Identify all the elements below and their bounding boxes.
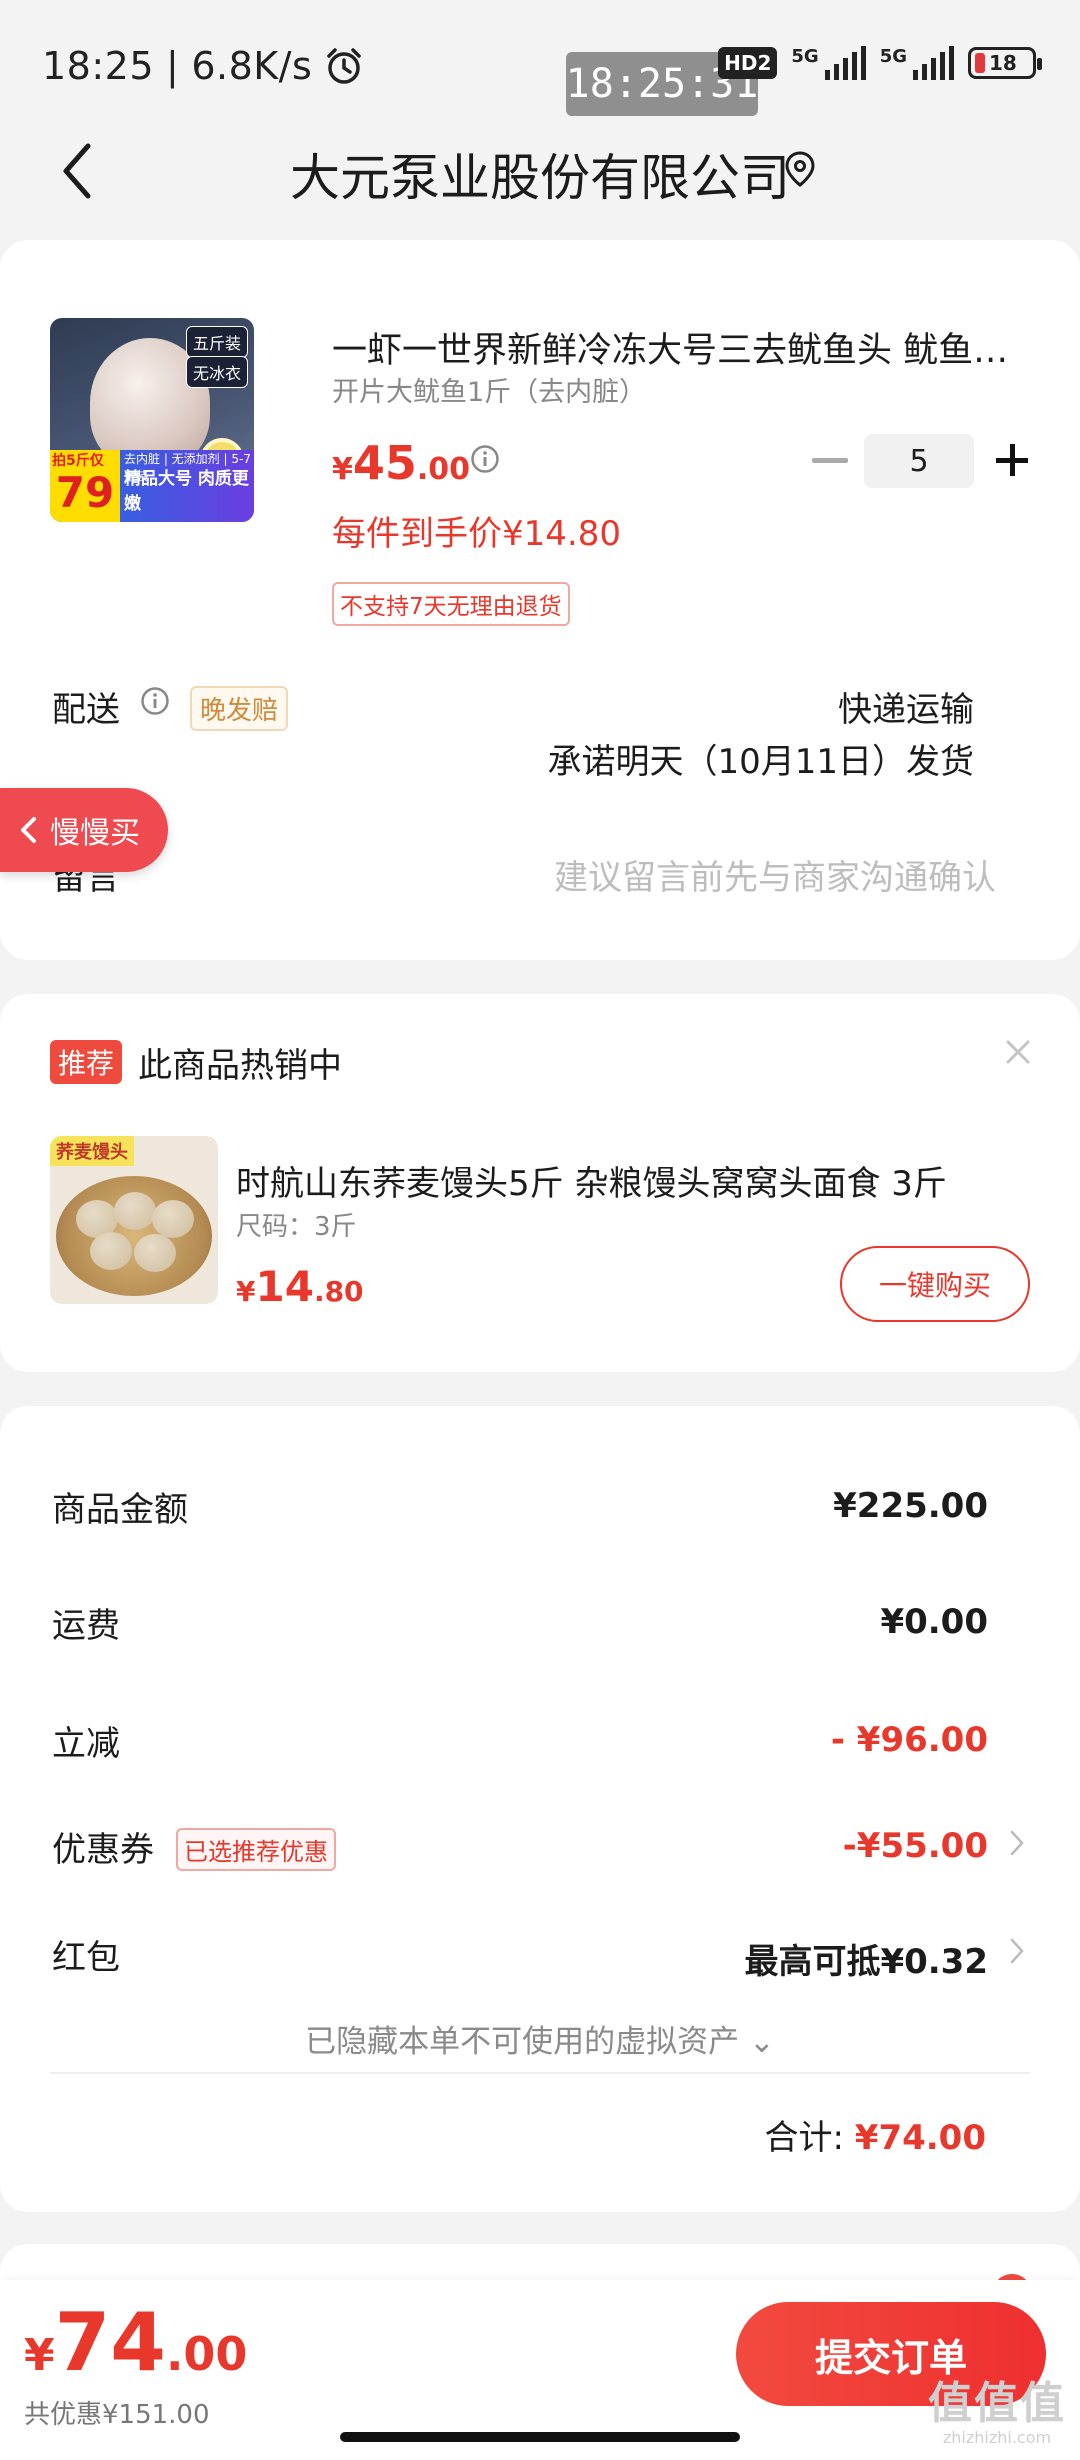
bun-picture: [134, 1234, 176, 1272]
total-row: 合计: ¥74.00: [765, 2110, 986, 2159]
status-speed: 6.8K/s: [191, 44, 313, 88]
price-dec: .00: [416, 452, 471, 487]
slow-buy-floating-button[interactable]: 慢慢买: [0, 788, 168, 872]
network-label-2: 5G: [879, 46, 907, 67]
recommend-image-label: 荞麦馒头: [50, 1136, 134, 1166]
hd-badge: HD2: [718, 47, 778, 79]
pay-dec: .00: [165, 2327, 248, 2381]
status-right: HD2 5G 5G 18: [718, 46, 1042, 80]
recommendation-card: 推荐 此商品热销中 荞麦馒头 时航山东荞麦馒头5斤 杂粮馒头窝窝头面食 3斤 尺…: [0, 994, 1080, 1372]
home-indicator[interactable]: [340, 2432, 740, 2442]
delivery-label: 配送: [52, 690, 120, 730]
pay-amount: ¥74.00: [24, 2296, 247, 2389]
status-separator: |: [166, 44, 180, 88]
watermark-line2: zhizhizhi.com: [942, 2428, 1052, 2447]
recommend-tag: 推荐: [50, 1040, 123, 1084]
header: 大元泵业股份有限公司: [0, 120, 1080, 220]
unit-hand-price: 每件到手价¥14.80: [332, 514, 621, 554]
quantity-increase-button[interactable]: [994, 436, 1034, 486]
total-discount[interactable]: 共优惠¥151.00: [24, 2394, 210, 2431]
total-label: 合计:: [764, 2118, 844, 2158]
slow-buy-label: 慢慢买: [50, 816, 140, 851]
location-pin-icon[interactable]: [784, 150, 816, 188]
page-title: 大元泵业股份有限公司: [290, 149, 790, 207]
product-card: 五斤装 无冰衣 79 拍5斤仅 去内脏 | 无添加剂 | 5-7条装 精品大号 …: [0, 240, 1080, 960]
summary-value: 最高可抵¥0.32: [744, 1942, 988, 1982]
pay-int: 74: [54, 2296, 166, 2389]
summary-row-redpacket[interactable]: 红包 最高可抵¥0.32: [52, 1930, 1080, 1990]
watermark-logo: 值值值 zhizhizhi.com: [922, 2382, 1072, 2458]
summary-row-discount: 立减 - ¥96.00: [52, 1716, 1080, 1776]
price-int: 45: [352, 436, 417, 490]
order-summary-card: 商品金额 ¥225.00 运费 ¥0.00 立减 - ¥96.00 优惠券 已选…: [0, 1406, 1080, 2212]
image-tag-1: 五斤装: [185, 326, 248, 358]
network-label-1: 5G: [791, 46, 819, 67]
summary-value: - ¥96.00: [830, 1720, 988, 1760]
summary-row-shipping: 运费 ¥0.00: [52, 1598, 1080, 1658]
status-bar: 18:25 | 6.8K/s 18:25:31 HD2 5G 5G 18: [0, 0, 1080, 120]
image-promo-line2: 精品大号 肉质更嫩: [124, 469, 249, 514]
product-price: ¥45.00: [332, 436, 470, 490]
status-left: 18:25 | 6.8K/s: [42, 44, 364, 88]
chevron-right-icon: [1010, 1938, 1024, 1964]
summary-label: 优惠券: [52, 1830, 154, 1870]
watermark-line1: 值值值: [928, 2378, 1066, 2429]
signal-icon-2: [913, 46, 954, 80]
summary-value: -¥55.00: [842, 1826, 988, 1866]
image-promo-small: 拍5斤仅: [52, 453, 104, 469]
product-title[interactable]: 一虾一世界新鲜冷冻大号三去鱿鱼头 鱿鱼…: [332, 322, 1032, 373]
rec-price-dec: .80: [313, 1275, 364, 1308]
bun-picture: [90, 1232, 132, 1270]
bun-picture: [114, 1192, 156, 1230]
price-info-icon[interactable]: [470, 444, 500, 474]
summary-value: ¥0.00: [880, 1602, 988, 1642]
coupon-tag: 已选推荐优惠: [176, 1828, 336, 1871]
product-image[interactable]: 五斤装 无冰衣 79 拍5斤仅 去内脏 | 无添加剂 | 5-7条装 精品大号 …: [50, 318, 254, 522]
no-return-tag: 不支持7天无理由退货: [332, 582, 570, 626]
summary-value: ¥225.00: [833, 1486, 988, 1526]
rec-price-int: 14: [255, 1262, 314, 1311]
battery-icon: 18: [968, 47, 1042, 79]
delivery-info-icon[interactable]: [140, 686, 170, 716]
summary-label: 运费: [52, 1606, 120, 1646]
recommend-product-image[interactable]: 荞麦馒头: [50, 1136, 218, 1304]
total-value: ¥74.00: [854, 2118, 986, 2158]
recommend-heading: 此商品热销中: [138, 1046, 342, 1086]
one-click-buy-button[interactable]: 一键购买: [840, 1246, 1030, 1322]
message-input[interactable]: 建议留言前先与商家沟通确认: [554, 850, 996, 899]
quantity-field[interactable]: 5: [864, 434, 974, 488]
summary-row-coupon[interactable]: 优惠券 已选推荐优惠 -¥55.00: [52, 1822, 1080, 1882]
delivery-promise: 承诺明天（10月11日）发货: [547, 742, 974, 782]
chevron-left-icon: [21, 817, 36, 843]
hidden-assets-toggle[interactable]: 已隐藏本单不可使用的虚拟资产 ⌄: [0, 2016, 1080, 2061]
bun-picture: [152, 1200, 194, 1238]
minus-icon: [812, 458, 848, 463]
battery-level: 18: [989, 51, 1017, 75]
summary-label: 红包: [52, 1938, 120, 1978]
recommend-price: ¥14.80: [236, 1262, 364, 1311]
product-spec[interactable]: 开片大鱿鱼1斤（去内脏）: [332, 370, 646, 409]
summary-row-goods: 商品金额 ¥225.00: [52, 1482, 1080, 1542]
pay-currency: ¥: [24, 2330, 55, 2381]
summary-label: 商品金额: [52, 1490, 188, 1530]
price-currency: ¥: [332, 452, 353, 487]
recommend-spec: 尺码：3斤: [236, 1212, 357, 1242]
divider: [50, 2072, 1030, 2074]
recommend-title[interactable]: 时航山东荞麦馒头5斤 杂粮馒头窝窝头面食 3斤: [236, 1156, 947, 1205]
status-time: 18:25: [42, 44, 155, 88]
summary-label: 立减: [52, 1724, 120, 1764]
late-compensation-tag[interactable]: 晚发赔: [190, 686, 289, 731]
delivery-method[interactable]: 快递运输: [838, 682, 974, 731]
chevron-right-icon: [1010, 1830, 1024, 1856]
close-icon[interactable]: [1004, 1038, 1032, 1066]
signal-icon-1: [824, 46, 866, 80]
alarm-icon: [327, 48, 362, 84]
image-tag-2: 无冰衣: [185, 356, 248, 388]
rec-price-currency: ¥: [236, 1275, 256, 1308]
